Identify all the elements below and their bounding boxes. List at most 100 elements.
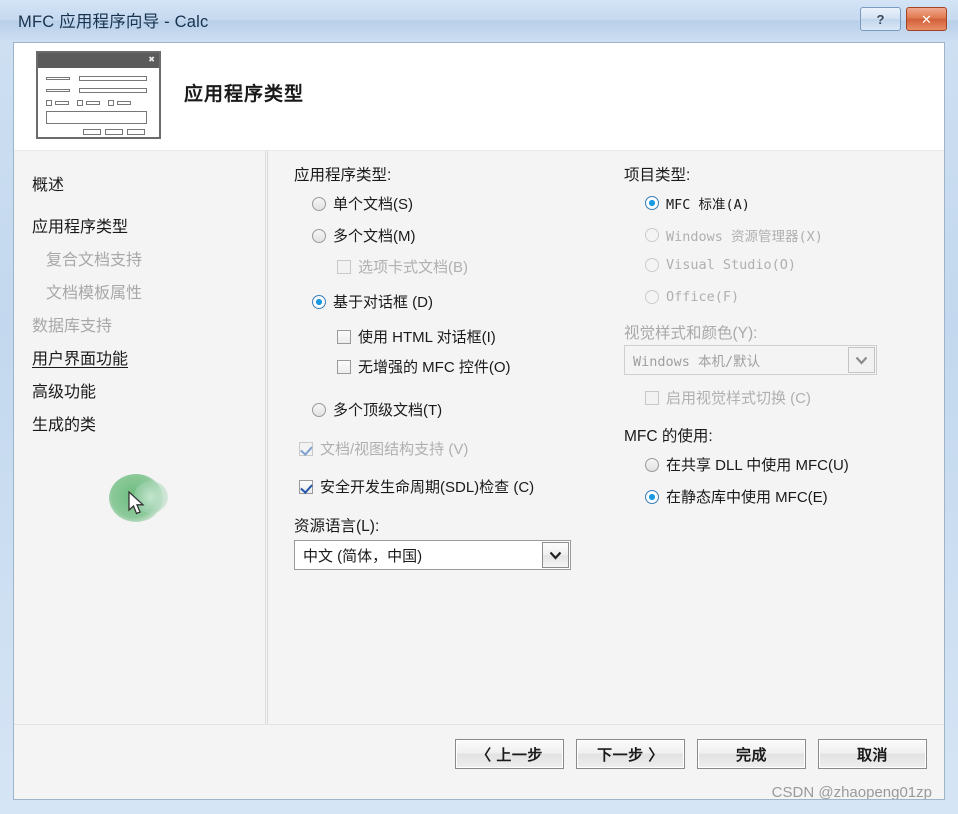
radio-windows-explorer: Windows 资源管理器(X) <box>645 225 823 245</box>
option-label: 选项卡式文档(B) <box>358 259 468 276</box>
wizard-footer: 〈 上一步 下一步 〉 完成 取消 CSDN @zhaopeng01zp <box>14 724 944 799</box>
checkbox-indicator <box>299 479 313 494</box>
radio-indicator <box>645 258 659 272</box>
preview-close-icon: ✖ <box>148 55 155 64</box>
visual-style-combo: Windows 本机/默认 <box>624 345 877 375</box>
sidebar-item-overview[interactable]: 概述 <box>32 171 64 195</box>
preview-textbox <box>46 111 147 124</box>
dialog-preview-icon: ✖ <box>36 51 161 139</box>
preview-line <box>86 101 100 105</box>
wizard-header: ✖ 应用程序类型 <box>14 43 944 151</box>
checkbox-sdl-checks[interactable]: 安全开发生命周期(SDL)检查 (C) <box>299 476 534 497</box>
close-button[interactable]: ✕ <box>906 7 947 31</box>
option-label: 基于对话框 (D) <box>333 294 433 311</box>
radio-use-mfc-in-static-library[interactable]: 在静态库中使用 MFC(E) <box>645 486 828 507</box>
radio-single-document[interactable]: 单个文档(S) <box>312 193 413 214</box>
radio-indicator <box>312 402 326 417</box>
preview-line <box>46 89 70 92</box>
sidebar-item-generated-classes[interactable]: 生成的类 <box>32 411 96 435</box>
wizard-body: 概述 应用程序类型 复合文档支持 文档模板属性 数据库支持 用户界面功能 高级功… <box>14 151 944 799</box>
preview-line <box>117 101 131 105</box>
option-label: Visual Studio(O) <box>666 257 797 273</box>
preview-line <box>46 77 70 80</box>
radio-indicator <box>645 196 659 210</box>
option-label: 文档/视图结构支持 (V) <box>320 441 469 458</box>
option-label: Office(F) <box>666 289 740 305</box>
preview-checkbox <box>108 100 114 106</box>
finish-button[interactable]: 完成 <box>697 739 806 769</box>
watermark-text: CSDN @zhaopeng01zp <box>771 784 932 800</box>
checkbox-indicator <box>337 329 351 344</box>
option-label: 在静态库中使用 MFC(E) <box>666 489 828 506</box>
next-button[interactable]: 下一步 〉 <box>576 739 685 769</box>
radio-indicator <box>312 294 326 309</box>
sidebar-item-application-type[interactable]: 应用程序类型 <box>32 213 128 237</box>
combo-value: 中文 (简体，中国) <box>303 547 423 565</box>
checkbox-enable-visual-style-switching: 启用视觉样式切换 (C) <box>645 387 811 408</box>
checkbox-use-html-dialog[interactable]: 使用 HTML 对话框(I) <box>337 326 496 347</box>
option-label: 无增强的 MFC 控件(O) <box>358 359 511 376</box>
radio-dialog-based[interactable]: 基于对话框 (D) <box>312 291 433 312</box>
title-bar-buttons: ? ✕ <box>860 7 947 31</box>
question-mark-icon: ? <box>876 11 885 27</box>
preview-titlebar: ✖ <box>38 53 159 68</box>
option-label: Windows 资源管理器(X) <box>666 229 823 245</box>
radio-indicator <box>645 457 659 472</box>
radio-indicator <box>645 290 659 304</box>
preview-line <box>55 101 69 105</box>
checkbox-indicator <box>337 359 351 374</box>
option-label: 多个顶级文档(T) <box>333 402 443 419</box>
radio-indicator <box>312 196 326 211</box>
resource-language-combo[interactable]: 中文 (简体，中国) <box>294 540 571 570</box>
sidebar-item-compound-document-support: 复合文档支持 <box>46 252 143 269</box>
preview-button <box>83 129 101 135</box>
option-label: 使用 HTML 对话框(I) <box>358 329 496 346</box>
checkbox-document-view-architecture-support: 文档/视图结构支持 (V) <box>299 438 468 459</box>
option-label: MFC 标准(A) <box>666 197 750 213</box>
title-bar: MFC 应用程序向导 - Calc ? ✕ <box>0 0 958 40</box>
wizard-window: MFC 应用程序向导 - Calc ? ✕ ✖ 应用程序类型 概述 应用程序类型… <box>0 0 958 814</box>
sidebar-item-document-template-properties: 文档模板属性 <box>46 285 143 302</box>
back-button[interactable]: 〈 上一步 <box>455 739 564 769</box>
pane-divider <box>267 151 268 734</box>
chevron-down-icon[interactable] <box>542 542 569 568</box>
radio-use-mfc-in-shared-dll[interactable]: 在共享 DLL 中使用 MFC(U) <box>645 454 849 475</box>
radio-office: Office(F) <box>645 289 739 305</box>
page-title: 应用程序类型 <box>184 84 305 105</box>
radio-multiple-documents[interactable]: 多个文档(M) <box>312 225 416 246</box>
preview-button <box>127 129 145 135</box>
close-icon: ✕ <box>921 11 932 27</box>
help-button[interactable]: ? <box>860 7 901 31</box>
resource-language-label: 资源语言(L): <box>294 518 380 535</box>
application-type-label: 应用程序类型: <box>294 167 392 184</box>
sidebar-item-advanced-features[interactable]: 高级功能 <box>32 378 96 402</box>
dialog-client-area: ✖ 应用程序类型 概述 应用程序类型 复合文档支持 文档模板属性 数据库支持 用… <box>13 42 945 800</box>
radio-multiple-top-level-documents[interactable]: 多个顶级文档(T) <box>312 399 442 420</box>
sidebar-item-user-interface-features[interactable]: 用户界面功能 <box>32 345 128 369</box>
checkbox-indicator <box>337 259 351 274</box>
checkbox-tabbed-document: 选项卡式文档(B) <box>337 256 468 277</box>
preview-button <box>105 129 123 135</box>
mfc-usage-label: MFC 的使用: <box>624 428 713 445</box>
cancel-button[interactable]: 取消 <box>818 739 927 769</box>
sidebar-item-database-support: 数据库支持 <box>32 318 113 335</box>
preview-line <box>79 76 147 81</box>
option-label: 单个文档(S) <box>333 196 413 213</box>
checkbox-no-enhanced-mfc-controls[interactable]: 无增强的 MFC 控件(O) <box>337 356 510 377</box>
radio-visual-studio: Visual Studio(O) <box>645 257 796 273</box>
checkbox-indicator <box>645 390 659 405</box>
wizard-options-pane: 应用程序类型: 单个文档(S) 多个文档(M) 选项卡式文档(B) 基于对话框 … <box>267 151 944 799</box>
preview-checkbox <box>77 100 83 106</box>
preview-line <box>79 88 147 93</box>
project-type-label: 项目类型: <box>624 167 691 184</box>
radio-indicator <box>645 489 659 504</box>
option-label: 安全开发生命周期(SDL)检查 (C) <box>320 479 535 496</box>
chevron-down-icon <box>848 347 875 373</box>
preview-checkbox <box>46 100 52 106</box>
checkbox-indicator <box>299 441 313 456</box>
visual-style-label: 视觉样式和颜色(Y): <box>624 325 758 342</box>
radio-indicator <box>312 228 326 243</box>
option-label: 启用视觉样式切换 (C) <box>666 390 811 407</box>
radio-mfc-standard[interactable]: MFC 标准(A) <box>645 193 750 213</box>
option-label: 多个文档(M) <box>333 228 416 245</box>
